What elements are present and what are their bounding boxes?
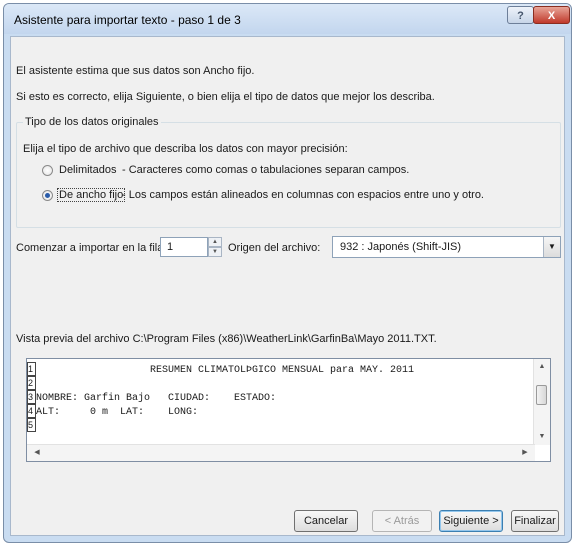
preview-line-text: NOMBRE: Garfin Bajo CIUDAD: ESTADO: [36,393,277,404]
stepper-down-icon[interactable]: ▼ [208,247,222,257]
cancel-button[interactable]: Cancelar [294,510,358,532]
scroll-thumb[interactable] [536,385,547,405]
line-number: 1 [27,362,36,376]
line-number: 4 [27,404,36,418]
line-number: 3 [27,390,36,404]
radio-fixed-width-label[interactable]: De ancho fijo [57,188,126,202]
start-row-value: 1 [167,241,174,253]
preview-line-text: RESUMEN CLIMATOLÞGICO MENSUAL para MAY. … [36,365,415,376]
chevron-down-icon[interactable]: ▼ [543,237,560,257]
radio-delimited-circle[interactable] [42,165,53,176]
scroll-up-icon[interactable]: ▲ [534,363,550,370]
start-row-stepper[interactable]: ▲ ▼ [208,237,222,257]
intro-line-2: Si esto es correcto, elija Siguiente, o … [16,91,435,103]
scroll-left-icon[interactable]: ◀ [29,448,45,456]
start-row-label: Comenzar a importar en la fila: [16,242,167,254]
window-title: Asistente para importar texto - paso 1 d… [14,13,241,27]
scroll-down-icon[interactable]: ▼ [534,433,550,440]
line-number: 5 [27,418,36,432]
close-icon: X [547,10,556,22]
scroll-right-icon[interactable]: ▶ [517,448,533,456]
preview-line-text: ALT: 0 m LAT: LONG: [36,407,199,418]
intro-line-1: El asistente estima que sus datos son An… [16,65,255,77]
help-icon: ? [517,10,524,22]
line-number: 2 [27,376,36,390]
preview-vertical-scrollbar[interactable]: ▲ ▼ [533,359,550,445]
back-button[interactable]: < Atrás [372,510,432,532]
file-origin-label: Origen del archivo: [228,242,321,254]
file-preview[interactable]: 1 RESUMEN CLIMATOLÞGICO MENSUAL para MAY… [26,358,551,462]
file-origin-value: 932 : Japonés (Shift-JIS) [340,241,462,253]
close-button[interactable]: X [533,6,570,24]
preview-label: Vista previa del archivo C:\Program File… [16,333,437,345]
preview-line: 2 [27,376,535,390]
preview-line: 4 ALT: 0 m LAT: LONG: [27,404,535,418]
preview-line: 1 RESUMEN CLIMATOLÞGICO MENSUAL para MAY… [27,362,535,376]
group-label: Tipo de los datos originales [23,116,161,128]
preview-horizontal-scrollbar[interactable]: ◀ ▶ [27,444,535,461]
next-button[interactable]: Siguiente > [439,510,503,532]
import-wizard-dialog: Asistente para importar texto - paso 1 d… [3,3,572,543]
radio-fixed-width-circle[interactable] [42,190,53,201]
finish-button[interactable]: Finalizar [511,510,559,532]
help-button[interactable]: ? [507,6,534,24]
file-type-prompt: Elija el tipo de archivo que describa lo… [23,143,348,155]
preview-line: 3 NOMBRE: Garfin Bajo CIUDAD: ESTADO: [27,390,535,404]
start-row-input[interactable]: 1 [160,237,208,257]
radio-fixed-width-description: - Los campos están alineados en columnas… [122,189,484,201]
radio-delimited-label[interactable]: Delimitados [59,164,116,176]
file-origin-select[interactable]: 932 : Japonés (Shift-JIS) ▼ [332,236,561,258]
title-bar[interactable]: Asistente para importar texto - paso 1 d… [4,4,571,34]
stepper-up-icon[interactable]: ▲ [208,237,222,247]
radio-delimited-description: - Caracteres como comas o tabulaciones s… [122,164,410,176]
preview-line: 5 [27,418,535,432]
dialog-content: El asistente estima que sus datos son An… [10,36,565,536]
